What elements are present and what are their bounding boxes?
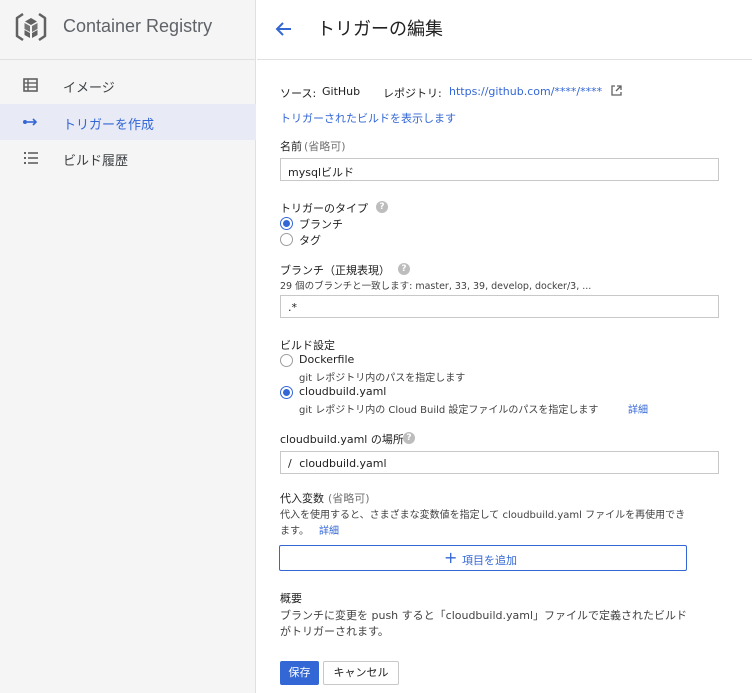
list-table-icon [23, 78, 38, 92]
trigger-arrows-icon [23, 118, 38, 126]
substitutions-desc: 代入を使用すると、さまざまな変数値を指定して cloudbuild.yaml フ… [280, 510, 686, 521]
summary-text-cont: がトリガーされます。 [280, 625, 389, 638]
radio-branch[interactable] [280, 217, 293, 230]
back-arrow-icon[interactable] [274, 19, 294, 39]
history-list-icon [24, 152, 38, 164]
substitutions-desc-cont: ます。 [280, 526, 309, 537]
name-label: 名前 [280, 140, 302, 153]
branch-hint: 29 個のブランチと一致します: master, 33, 39, develop… [280, 281, 592, 292]
help-icon[interactable]: ? [398, 263, 410, 275]
radio-branch-label: ブランチ [299, 218, 343, 231]
summary-text: ブランチに変更を push すると「cloudbuild.yaml」ファイルで定… [280, 609, 688, 622]
plus-icon: + [444, 548, 458, 567]
branch-regex-input[interactable]: .* [280, 295, 719, 318]
cloudbuild-location-input[interactable]: / cloudbuild.yaml [280, 451, 719, 474]
location-prefix: / [288, 457, 292, 470]
name-input[interactable]: mysqlビルド [280, 158, 719, 181]
sidebar-item-label: イメージ [63, 81, 115, 96]
repo-label: レポジトリ: [383, 87, 442, 100]
cloudbuild-desc: git レポジトリ内の Cloud Build 設定ファイルのパスを指定します [299, 405, 599, 416]
container-registry-logo-icon [15, 12, 47, 42]
external-link-icon[interactable] [610, 84, 623, 97]
sidebar-item-create-trigger[interactable]: トリガーを作成 [0, 104, 256, 140]
brand-header: Container Registry [0, 0, 256, 60]
view-triggered-builds-link[interactable]: トリガーされたビルドを表示します [280, 110, 456, 126]
add-item-label: 項目を追加 [462, 554, 517, 567]
location-label: cloudbuild.yaml の場所 [280, 433, 404, 446]
substitutions-details-link[interactable]: 詳細 [319, 522, 339, 537]
dockerfile-desc: git レポジトリ内のパスを指定します [299, 373, 466, 384]
help-icon[interactable]: ? [403, 432, 415, 444]
sidebar-item-label: ビルド履歴 [63, 154, 129, 169]
cancel-button[interactable]: キャンセル [323, 661, 399, 685]
name-optional: (省略可) [304, 140, 346, 153]
radio-cloudbuild-label: cloudbuild.yaml [299, 385, 387, 398]
location-value: cloudbuild.yaml [299, 457, 387, 470]
sidebar-item-images[interactable]: イメージ [0, 67, 256, 103]
source-value: GitHub [322, 85, 361, 98]
add-item-button[interactable]: + 項目を追加 [279, 545, 687, 571]
trigger-type-label: トリガーのタイプ [280, 202, 368, 215]
radio-tag[interactable] [280, 233, 293, 246]
page-title: トリガーの編集 [317, 19, 443, 40]
summary-label: 概要 [280, 592, 302, 605]
save-button[interactable]: 保存 [280, 661, 319, 685]
radio-cloudbuild[interactable] [280, 386, 293, 399]
help-icon[interactable]: ? [376, 201, 388, 213]
repo-link[interactable]: https://github.com/****/**** [449, 85, 602, 98]
substitutions-optional: (省略可) [328, 492, 370, 505]
sidebar-item-label: トリガーを作成 [63, 118, 155, 133]
build-config-details-link[interactable]: 詳細 [628, 401, 648, 416]
branch-label: ブランチ（正規表現） [280, 264, 390, 277]
sidebar: Container Registry イメージ トリガーを作成 ビルド履歴 [0, 0, 256, 693]
sidebar-item-build-history[interactable]: ビルド履歴 [0, 140, 256, 176]
page-header: トリガーの編集 [257, 0, 752, 60]
radio-tag-label: タグ [299, 234, 321, 247]
app-title: Container Registry [63, 16, 213, 36]
radio-dockerfile[interactable] [280, 354, 293, 367]
radio-dockerfile-label: Dockerfile [299, 353, 355, 366]
build-config-label: ビルド設定 [280, 339, 335, 352]
substitutions-label: 代入変数 [280, 492, 324, 505]
source-label: ソース: [280, 87, 317, 100]
